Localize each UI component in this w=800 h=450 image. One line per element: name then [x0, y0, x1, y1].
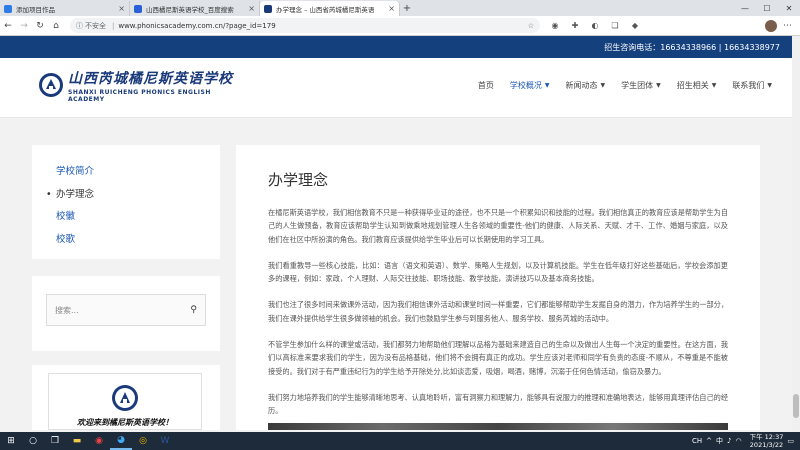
close-tab-icon[interactable]: ×: [388, 4, 395, 13]
extension-icon[interactable]: ◐: [590, 21, 600, 30]
chevron-down-icon: ▼: [544, 82, 550, 89]
article-photo: [268, 423, 728, 430]
welcome-image: 欢迎来到橘尼斯英语学校！: [48, 373, 202, 430]
extension-icon[interactable]: ◆: [630, 21, 640, 30]
chrome-icon[interactable]: ◎: [132, 432, 154, 450]
chevron-down-icon: ▼: [767, 82, 772, 89]
separator: |: [112, 21, 115, 30]
clock-time: 下午 12:37: [749, 433, 784, 441]
welcome-text: 欢迎来到橘尼斯英语学校！: [77, 417, 173, 427]
tab-title: 办学理念 – 山西省芮城橘尼斯英语: [276, 5, 375, 14]
sidebar-item-philosophy[interactable]: 办学理念: [46, 184, 220, 207]
system-tray: CH ^ 中 ♪ ◠ 下午 12:37 2021/3/22 ▭: [692, 433, 800, 449]
contact-bar: 招生咨询电话：16634338966 | 16634338977: [0, 36, 800, 58]
minimize-icon[interactable]: —: [734, 4, 756, 13]
browser-tab-active[interactable]: 办学理念 – 山西省芮城橘尼斯英语 ×: [260, 1, 400, 16]
address-bar[interactable]: ⓘ 不安全 | www.phonicsacademy.com.cn/?page_…: [70, 18, 540, 33]
profile-avatar[interactable]: [765, 19, 777, 32]
chevron-down-icon: ▼: [600, 82, 606, 89]
page-scrollbar[interactable]: [792, 36, 800, 432]
tab-title: 山西橘尼斯英语学校_百度搜索: [146, 5, 234, 14]
nav-admissions[interactable]: 招生相关 ▼: [677, 80, 717, 91]
clock-date: 2021/3/22: [749, 441, 784, 449]
school-crest-icon: [39, 73, 63, 97]
network-icon[interactable]: ◠: [735, 437, 741, 445]
school-emblem-icon: [112, 385, 138, 411]
notification-icon[interactable]: ▭: [787, 437, 794, 445]
warning-icon[interactable]: ⓘ: [76, 21, 83, 31]
edge-browser-icon[interactable]: ◕: [110, 432, 132, 450]
reload-icon[interactable]: ↻: [32, 21, 48, 31]
main-nav: 首页 学校概况 ▼ 新闻动态 ▼ 学生团体 ▼ 招生相关 ▼ 联系我们 ▼: [478, 80, 772, 91]
task-view-icon[interactable]: ❐: [44, 432, 66, 450]
chevron-down-icon: ▼: [656, 82, 661, 89]
tab-favicon-icon: [4, 4, 12, 13]
tray-expand-icon[interactable]: ^: [706, 437, 712, 445]
chevron-down-icon: ▼: [711, 82, 717, 89]
search-placeholder: 搜索...: [55, 305, 79, 315]
sidebar-subnav: 学校简介 办学理念 校徽 校歌: [32, 145, 220, 259]
logo-chinese-name: 山西芮城橘尼斯英语学校: [68, 70, 233, 87]
scrollbar-thumb[interactable]: [793, 394, 799, 418]
nav-home[interactable]: 首页: [478, 80, 494, 91]
extension-icon[interactable]: ✚: [570, 21, 580, 30]
home-icon[interactable]: ⌂: [48, 21, 64, 31]
taskbar-app-icon[interactable]: ◉: [88, 432, 110, 450]
article-content: 办学理念 在橘尼斯英语学校，我们相信教育不只是一种获得毕业证的途径，也不只是一个…: [236, 145, 760, 430]
search-input[interactable]: 搜索... ⚲: [46, 294, 206, 326]
windows-start-icon[interactable]: ⊞: [0, 432, 22, 450]
security-label: 不安全: [85, 21, 106, 30]
url-text[interactable]: www.phonicsacademy.com.cn/?page_id=179: [118, 22, 275, 30]
search-icon[interactable]: ⚲: [190, 305, 197, 315]
nav-student-groups[interactable]: 学生团体 ▼: [621, 80, 661, 91]
forward-icon[interactable]: →: [16, 21, 32, 31]
logo-english-name: SHANXI RUICHENG PHONICS ENGLISH ACADEMY: [68, 88, 211, 103]
favorite-star-icon[interactable]: ☆: [528, 22, 534, 30]
close-tab-icon[interactable]: ×: [248, 4, 255, 13]
new-tab-button[interactable]: +: [400, 1, 414, 16]
maximize-icon[interactable]: ☐: [756, 4, 778, 13]
search-icon[interactable]: ○: [22, 432, 44, 450]
nav-news[interactable]: 新闻动态 ▼: [566, 80, 606, 91]
nav-about[interactable]: 学校概况 ▼: [510, 80, 550, 91]
site-header: 山西芮城橘尼斯英语学校 SHANXI RUICHENG PHONICS ENGL…: [0, 58, 800, 118]
article-paragraph: 我们努力地培养我们的学生能够清晰地思考、认真地聆听，富有洞察力和理解力，能够具有…: [268, 392, 729, 416]
article-paragraph: 我们看重教导一些核心技能，比如：语言（语文和英语）、数学、策略人生规划，以及计算…: [268, 260, 728, 284]
close-window-icon[interactable]: ✕: [778, 4, 800, 13]
page-title: 办学理念: [268, 171, 329, 189]
tab-favicon-icon: [134, 4, 142, 13]
browser-tab[interactable]: 山西橘尼斯英语学校_百度搜索 ×: [130, 1, 260, 16]
windows-taskbar: ⊞ ○ ❐ ▬ ◉ ◕ ◎ W CH ^ 中 ♪ ◠ 下午 12:37 2021…: [0, 432, 800, 450]
more-menu-icon[interactable]: ⋯: [783, 21, 792, 31]
browser-toolbar: ← → ↻ ⌂ ⓘ 不安全 | www.phonicsacademy.com.c…: [0, 16, 800, 36]
clock[interactable]: 下午 12:37 2021/3/22: [750, 433, 784, 449]
word-icon[interactable]: W: [154, 432, 176, 450]
nav-contact[interactable]: 联系我们 ▼: [732, 80, 772, 91]
sidebar-welcome-widget: 欢迎来到橘尼斯英语学校！: [32, 365, 220, 430]
window-controls: — ☐ ✕: [734, 0, 800, 16]
file-explorer-icon[interactable]: ▬: [66, 432, 88, 450]
sidebar-item-anthem[interactable]: 校歌: [56, 229, 220, 252]
contact-phone-text: 招生咨询电话：16634338966 | 16634338977: [604, 42, 780, 52]
tab-title: 添加项目作品: [16, 5, 55, 14]
article-paragraph: 不管学生参加什么样的课堂或活动，我们都努力地帮助他们理解以品格为基础来建造自己的…: [268, 340, 729, 376]
language-indicator[interactable]: CH: [692, 437, 702, 445]
browser-tab-strip: 添加项目作品 × 山西橘尼斯英语学校_百度搜索 × 办学理念 – 山西省芮城橘尼…: [0, 0, 800, 16]
article-paragraph: 我们也注了很多时间来做课外活动，因为我们相信课外活动和课堂时间一样重要，它们都能…: [268, 300, 729, 323]
browser-tab[interactable]: 添加项目作品 ×: [0, 1, 130, 16]
volume-icon[interactable]: ♪: [727, 437, 731, 445]
tab-favicon-icon: [264, 4, 272, 13]
collections-icon[interactable]: ❏: [610, 21, 620, 30]
sidebar-search-widget: 搜索... ⚲: [32, 276, 220, 351]
ime-indicator[interactable]: 中: [716, 436, 723, 446]
back-icon[interactable]: ←: [0, 21, 16, 31]
close-tab-icon[interactable]: ×: [118, 4, 125, 13]
sidebar-item-emblem[interactable]: 校徽: [56, 206, 220, 229]
extension-icons: ◉ ✚ ◐ ❏ ◆: [550, 21, 640, 30]
site-logo[interactable]: 山西芮城橘尼斯英语学校 SHANXI RUICHENG PHONICS ENGL…: [38, 68, 248, 103]
extension-icon[interactable]: ◉: [550, 21, 560, 30]
sidebar-item-intro[interactable]: 学校简介: [56, 161, 220, 184]
article-paragraph: 在橘尼斯英语学校，我们相信教育不只是一种获得毕业证的途径，也不只是一个积累知识和…: [268, 208, 729, 244]
